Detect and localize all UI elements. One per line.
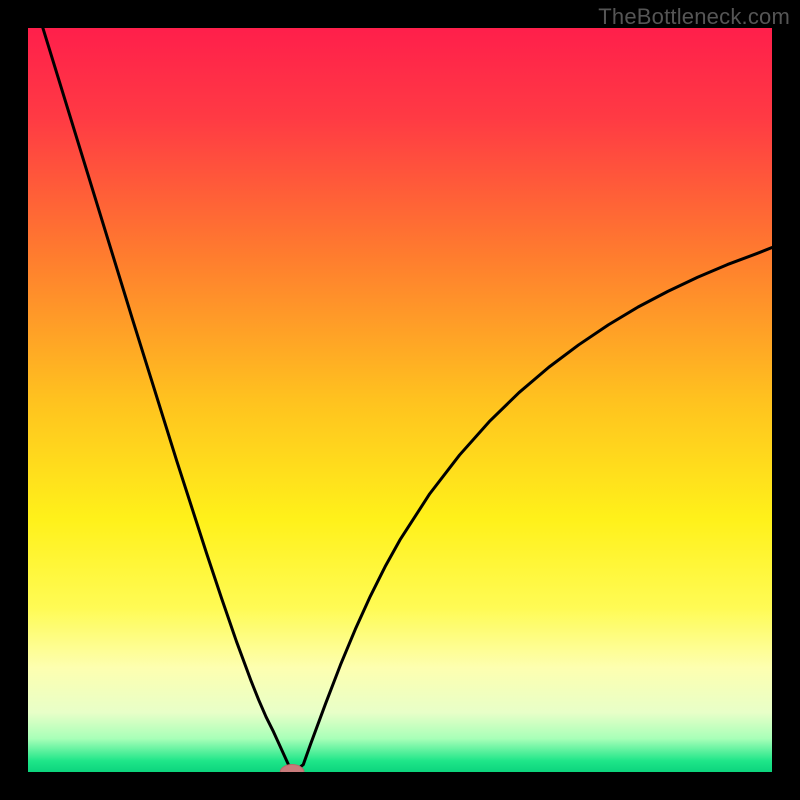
plot-area: [28, 28, 772, 772]
watermark-text: TheBottleneck.com: [598, 4, 790, 30]
bottleneck-chart: [28, 28, 772, 772]
gradient-background: [28, 28, 772, 772]
chart-frame: TheBottleneck.com: [0, 0, 800, 800]
